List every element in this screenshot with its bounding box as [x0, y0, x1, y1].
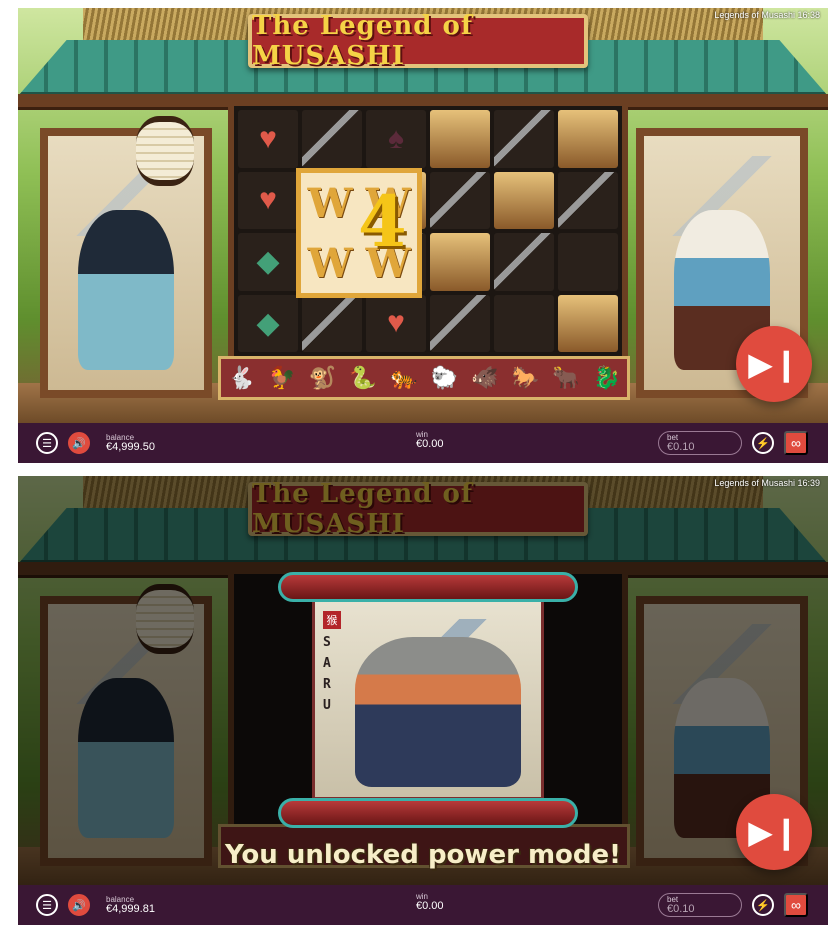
dragon-icon: 🐉 [592, 365, 621, 390]
rabbit-icon: 🐇 [227, 365, 255, 390]
speaker-icon: 🔊 [72, 899, 86, 912]
infinity-icon: ∞ [791, 897, 801, 913]
reel-cell [430, 233, 490, 291]
spin-button[interactable]: ▶❙ [736, 326, 812, 402]
game-title: The Legend of MUSASHI [252, 11, 474, 71]
win-display: win €0.00 [416, 893, 444, 912]
reel-cell: ♥ [366, 294, 426, 352]
tiger-icon: 🐅 [389, 365, 418, 390]
lightning-off-icon: ⚡ [756, 899, 770, 912]
control-bar: ☰ 🔊 balance €4,999.81 win €0.00 bet €0.1… [18, 885, 828, 925]
bet-selector[interactable]: bet €0.10 [658, 893, 742, 917]
reel-cell [558, 233, 618, 291]
reel-cell: ♥ [238, 110, 298, 168]
app-name: Legends of Musashi [714, 10, 795, 20]
reel-cell [494, 233, 554, 291]
turbo-button[interactable]: ⚡ [752, 894, 774, 916]
game-scene: The Legend of MUSASHI ♥ ♠ ♥ ◆ ◆ ♥ W W W W 4 🐇… [18, 8, 828, 423]
menu-button[interactable]: ☰ [36, 894, 58, 916]
bet-value: €0.10 [667, 441, 695, 453]
monkey-icon: 🐒 [308, 365, 337, 390]
play-pause-icon: ▶❙ [748, 814, 800, 850]
reel-cell [302, 294, 362, 352]
app-name: Legends of Musashi [714, 478, 795, 488]
zodiac-name-letter: A [323, 656, 331, 671]
win-value: €0.00 [416, 438, 444, 450]
zodiac-name-letter: R [323, 677, 331, 692]
status-bar: Legends of Musashi 16:38 [714, 10, 820, 20]
paper-lantern [136, 116, 194, 186]
reel-cell [494, 294, 554, 352]
win-display: win €0.00 [416, 431, 444, 450]
win-multiplier: 4 [358, 180, 407, 263]
game-screen-base: The Legend of MUSASHI ♥ ♠ ♥ ◆ ◆ ♥ W W W W 4 🐇… [18, 8, 828, 463]
infinity-icon: ∞ [791, 435, 801, 451]
game-scene: The Legend of MUSASHI 猴 S A R U [18, 476, 828, 887]
lightning-off-icon: ⚡ [756, 437, 770, 450]
reel-cell [494, 110, 554, 168]
zodiac-unlock-scroll: 猴 S A R U [278, 572, 578, 828]
menu-icon: ☰ [42, 899, 52, 912]
clock: 16:38 [797, 10, 820, 20]
goat-icon: 🐑 [430, 365, 458, 390]
win-value: €0.00 [416, 900, 444, 912]
autoplay-button[interactable]: ∞ [784, 431, 808, 455]
reel-cell [302, 110, 362, 168]
reel-cell [558, 294, 618, 352]
power-mode-announcement: You unlocked power mode! [224, 840, 622, 870]
boar-icon: 🐗 [471, 365, 499, 390]
game-screen-power-mode: The Legend of MUSASHI 猴 S A R U [18, 476, 828, 925]
reel-cell: ♠ [366, 110, 426, 168]
reel-cell [558, 171, 618, 229]
menu-button[interactable]: ☰ [36, 432, 58, 454]
sound-button[interactable]: 🔊 [68, 432, 90, 454]
balance-display: balance €4,999.50 [106, 433, 155, 453]
spin-button[interactable]: ▶❙ [736, 794, 812, 870]
menu-icon: ☰ [42, 437, 52, 450]
sound-button[interactable]: 🔊 [68, 894, 90, 916]
game-title-banner: The Legend of MUSASHI [248, 11, 588, 71]
monkey-warrior-figure [355, 637, 521, 787]
reel-cell [430, 294, 490, 352]
zodiac-name-letter: S [323, 635, 331, 650]
wild-symbol: W [307, 179, 353, 227]
zodiac-name-letter: U [323, 698, 331, 713]
balance-display: balance €4,999.81 [106, 895, 155, 915]
scroll-rod-bottom [278, 798, 578, 828]
zodiac-name-vertical: S A R U [323, 635, 331, 713]
rooster-icon: 🐓 [268, 365, 296, 390]
reel-cell [430, 171, 490, 229]
reel-cell [494, 171, 554, 229]
turbo-button[interactable]: ⚡ [752, 432, 774, 454]
kanji-seal: 猴 [323, 611, 341, 629]
scroll-paper: 猴 S A R U [312, 596, 544, 800]
bet-value: €0.10 [667, 903, 695, 915]
reel-cell [558, 110, 618, 168]
horse-icon: 🐎 [511, 365, 540, 390]
samurai-figure [78, 210, 174, 370]
zodiac-progress-strip: 🐇 🐓 🐒 🐍 🐅 🐑 🐗 🐎 🐂 🐉 [218, 356, 630, 400]
reel-cell: ♥ [238, 171, 298, 229]
slot-reels: ♥ ♠ ♥ ◆ ◆ ♥ [228, 100, 628, 362]
reel-cell: ◆ [238, 294, 298, 352]
clock: 16:39 [797, 478, 820, 488]
balance-value: €4,999.50 [106, 440, 155, 453]
balance-value: €4,999.81 [106, 902, 155, 915]
status-bar: Legends of Musashi 16:39 [714, 478, 820, 488]
scroll-rod-top [278, 572, 578, 602]
autoplay-button[interactable]: ∞ [784, 893, 808, 917]
wild-symbol: W [307, 239, 353, 287]
reel-cell: ◆ [238, 233, 298, 291]
ox-icon: 🐂 [552, 365, 580, 390]
play-pause-icon: ▶❙ [748, 346, 800, 382]
speaker-icon: 🔊 [72, 437, 86, 450]
bet-selector[interactable]: bet €0.10 [658, 431, 742, 455]
snake-icon: 🐍 [349, 365, 377, 390]
reel-cell [430, 110, 490, 168]
control-bar: ☰ 🔊 balance €4,999.50 win €0.00 bet €0.1… [18, 423, 828, 463]
